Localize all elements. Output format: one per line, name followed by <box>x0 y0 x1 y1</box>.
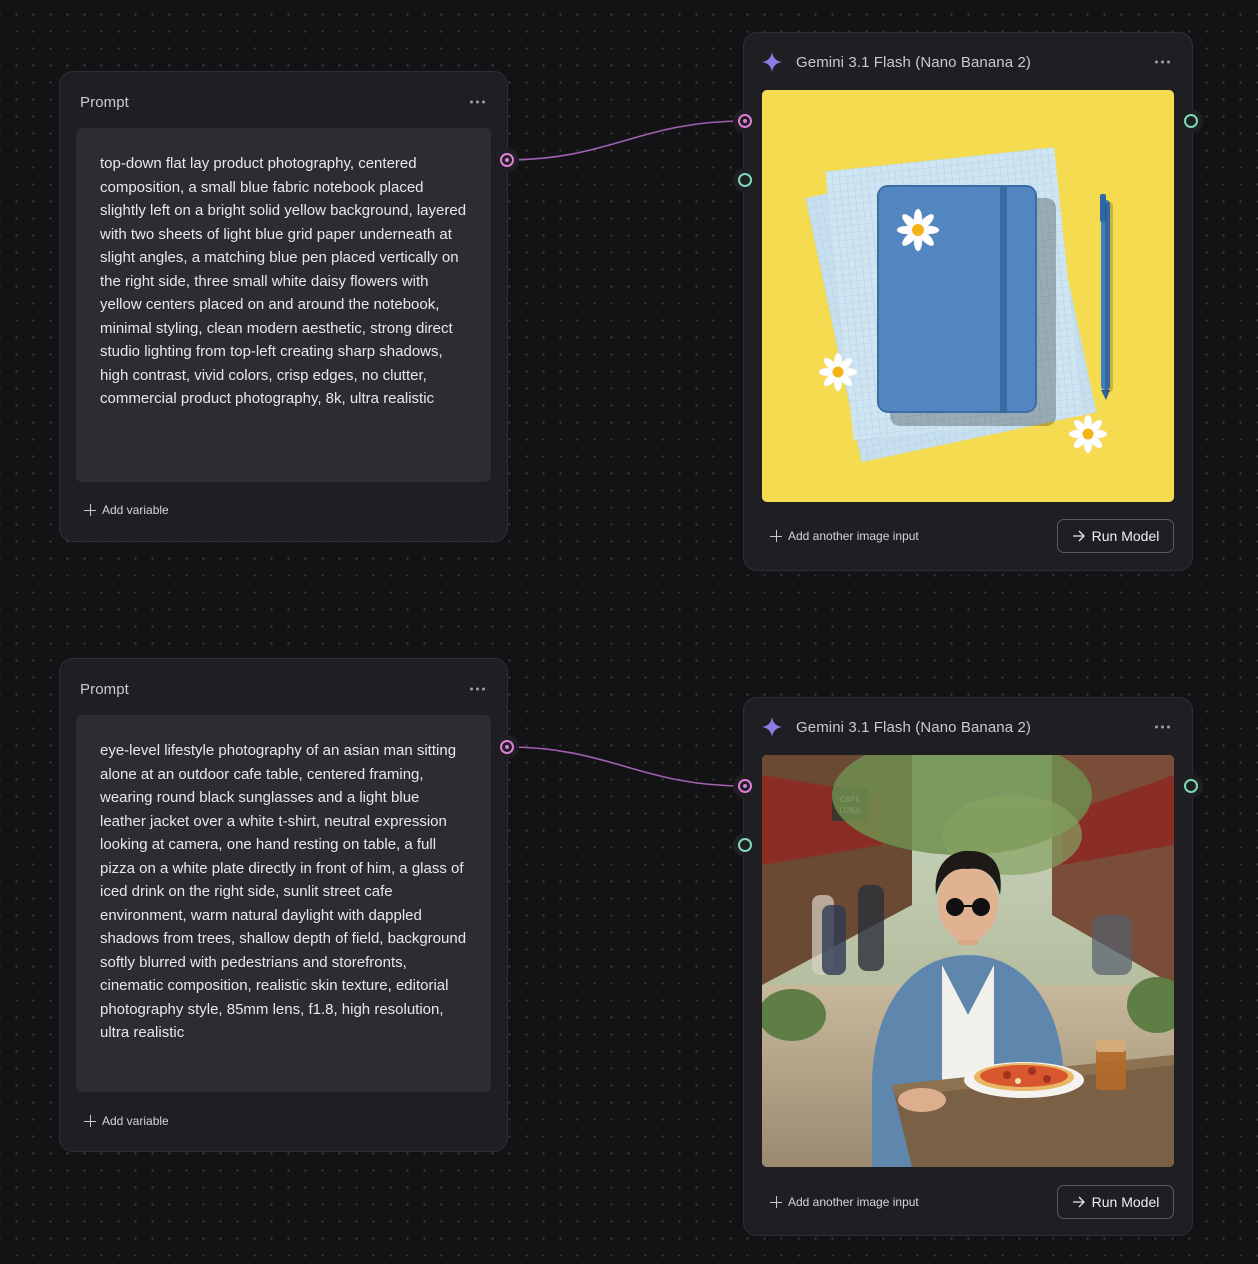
prompt-text-area[interactable]: top-down flat lay product photography, c… <box>76 128 491 482</box>
model-node-2[interactable]: Gemini 3.1 Flash (Nano Banana 2) CAFE LU… <box>743 697 1193 1236</box>
notebook-flatlay-image <box>762 90 1174 502</box>
sparkle-icon <box>762 52 782 72</box>
model2-image-output-port[interactable] <box>1179 774 1203 798</box>
cafe-portrait-image: CAFE LUNA <box>762 755 1174 1167</box>
generated-image[interactable]: CAFE LUNA <box>762 755 1174 1167</box>
model-node-header[interactable]: Gemini 3.1 Flash (Nano Banana 2) <box>744 698 1192 756</box>
run-model-label: Run Model <box>1091 1194 1160 1210</box>
prompt-text-area[interactable]: eye-level lifestyle photography of an as… <box>76 715 491 1092</box>
model1-image-output-port[interactable] <box>1179 109 1203 133</box>
sparkle-icon <box>762 717 782 737</box>
run-model-button[interactable]: Run Model <box>1057 1185 1174 1219</box>
more-options-icon[interactable] <box>1155 725 1170 729</box>
prompt2-output-port[interactable] <box>495 735 519 759</box>
run-model-label: Run Model <box>1091 528 1160 544</box>
plus-icon <box>84 1115 96 1127</box>
more-options-icon[interactable] <box>1155 60 1170 64</box>
model1-image-input-port[interactable] <box>733 168 757 192</box>
wire-prompt2-to-model2 <box>506 746 746 787</box>
arrow-right-icon <box>1072 530 1085 542</box>
node-title: Prompt <box>80 93 129 111</box>
more-options-icon[interactable] <box>470 687 485 691</box>
generated-image[interactable] <box>762 90 1174 502</box>
daisy <box>1068 414 1108 454</box>
prompt-node-2[interactable]: Prompt eye-level lifestyle photography o… <box>59 658 508 1152</box>
model-title: Gemini 3.1 Flash (Nano Banana 2) <box>796 718 1031 736</box>
run-model-button[interactable]: Run Model <box>1057 519 1174 553</box>
add-variable-button[interactable]: Add variable <box>84 1114 169 1128</box>
wire-prompt1-to-model1 <box>506 120 746 161</box>
plus-icon <box>770 530 782 542</box>
plus-icon <box>84 504 96 516</box>
model-node-footer: Add another image input Run Model <box>744 518 1192 554</box>
node-title: Prompt <box>80 680 129 698</box>
add-variable-label: Add variable <box>102 503 169 517</box>
add-image-input-button[interactable]: Add another image input <box>770 529 919 543</box>
daisy <box>818 352 858 392</box>
prompt-node-header[interactable]: Prompt <box>60 659 507 719</box>
model-node-footer: Add another image input Run Model <box>744 1184 1192 1220</box>
add-image-input-label: Add another image input <box>788 529 919 543</box>
prompt1-output-port[interactable] <box>495 148 519 172</box>
add-variable-label: Add variable <box>102 1114 169 1128</box>
more-options-icon[interactable] <box>470 100 485 104</box>
plus-icon <box>770 1196 782 1208</box>
daisy <box>896 208 940 252</box>
add-image-input-label: Add another image input <box>788 1195 919 1209</box>
arrow-right-icon <box>1072 1196 1085 1208</box>
model-node-1[interactable]: Gemini 3.1 Flash (Nano Banana 2) Add ano… <box>743 32 1193 571</box>
model2-text-input-port[interactable] <box>733 774 757 798</box>
prompt-node-header[interactable]: Prompt <box>60 72 507 132</box>
model-title: Gemini 3.1 Flash (Nano Banana 2) <box>796 53 1031 71</box>
prompt-node-1[interactable]: Prompt top-down flat lay product photogr… <box>59 71 508 542</box>
model2-image-input-port[interactable] <box>733 833 757 857</box>
add-variable-button[interactable]: Add variable <box>84 503 169 517</box>
add-image-input-button[interactable]: Add another image input <box>770 1195 919 1209</box>
model1-text-input-port[interactable] <box>733 109 757 133</box>
model-node-header[interactable]: Gemini 3.1 Flash (Nano Banana 2) <box>744 33 1192 91</box>
